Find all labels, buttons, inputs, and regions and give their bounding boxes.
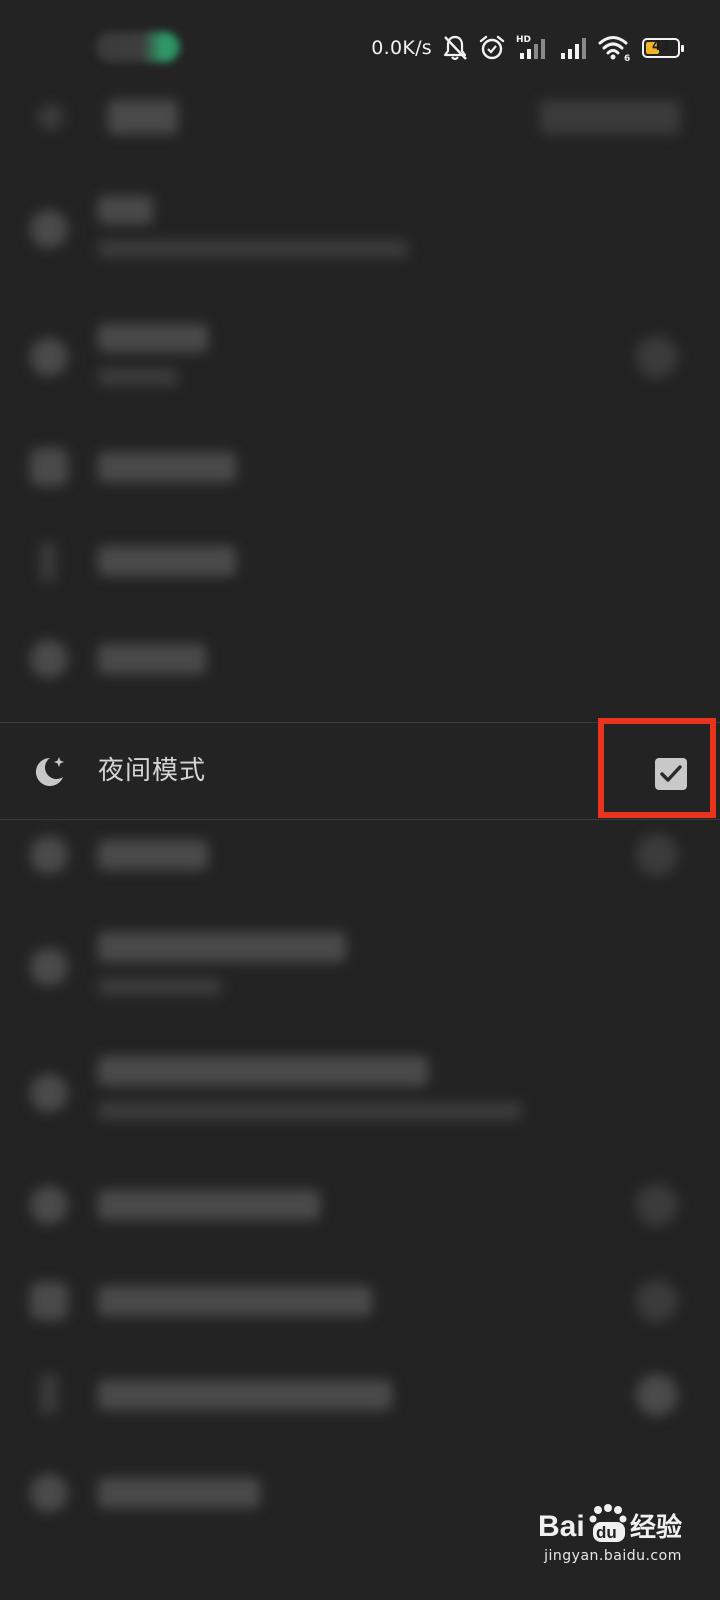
bell-off-icon — [443, 35, 467, 61]
row-icon — [30, 338, 68, 376]
svg-text:Bai: Bai — [538, 1510, 585, 1543]
row-icon — [30, 640, 68, 678]
row-icon — [40, 1374, 58, 1414]
row-icon — [30, 210, 68, 248]
row-icon — [30, 1074, 68, 1112]
row-title — [98, 324, 208, 352]
row-title — [98, 452, 236, 482]
row-icon — [30, 1186, 68, 1224]
status-pill-blurred — [96, 32, 180, 62]
row-title — [98, 840, 208, 870]
row-subtitle — [98, 978, 222, 996]
signal-hd-icon: HD — [516, 35, 545, 59]
row-icon — [40, 542, 56, 582]
svg-text:HD: HD — [516, 35, 531, 45]
row-toggle — [636, 336, 678, 378]
highlight-annotation — [598, 718, 716, 818]
status-bar: 0.0K/s HD 6 43 — [0, 0, 720, 96]
baidu-jingyan-watermark: Bai du 经验 jingyan.baidu.com — [538, 1502, 688, 1572]
battery-level: 43 — [651, 39, 671, 54]
row-toggle — [636, 834, 678, 876]
baidu-logo: Bai du 经验 — [538, 1504, 682, 1543]
row-title — [98, 196, 153, 224]
row-title — [98, 1056, 428, 1086]
back-icon — [38, 104, 64, 130]
svg-text:6: 6 — [624, 54, 630, 62]
watermark-url: jingyan.baidu.com — [544, 1548, 682, 1564]
network-speed: 0.0K/s — [371, 37, 432, 59]
status-icons: 0.0K/s HD 6 43 — [371, 28, 684, 68]
row-toggle — [636, 1280, 678, 1322]
svg-text:经验: 经验 — [630, 1512, 682, 1543]
row-icon — [30, 1474, 68, 1512]
row-icon — [30, 836, 68, 874]
row-subtitle — [98, 240, 408, 258]
wifi-icon: 6 — [598, 36, 630, 62]
row-title — [98, 546, 236, 576]
signal-icon — [561, 38, 586, 59]
header-title — [108, 100, 178, 134]
row-subtitle — [98, 368, 178, 386]
row-icon — [30, 1282, 68, 1320]
moon-icon — [35, 757, 64, 786]
alarm-icon — [479, 35, 505, 60]
row-title — [98, 1286, 372, 1316]
row-toggle — [636, 1374, 678, 1416]
row-title — [98, 1380, 392, 1410]
header-action — [540, 100, 680, 134]
row-title — [98, 644, 206, 674]
svg-text:du: du — [596, 1523, 617, 1542]
row-icon — [30, 948, 68, 986]
row-subtitle — [98, 1102, 522, 1120]
row-toggle — [636, 1184, 678, 1226]
night-mode-label: 夜间模式 — [98, 756, 207, 786]
row-title — [98, 932, 346, 962]
paw-icon — [589, 1504, 627, 1523]
row-icon — [30, 448, 68, 486]
row-title — [98, 1478, 260, 1508]
battery-icon: 43 — [642, 38, 684, 58]
row-title — [98, 1190, 320, 1220]
